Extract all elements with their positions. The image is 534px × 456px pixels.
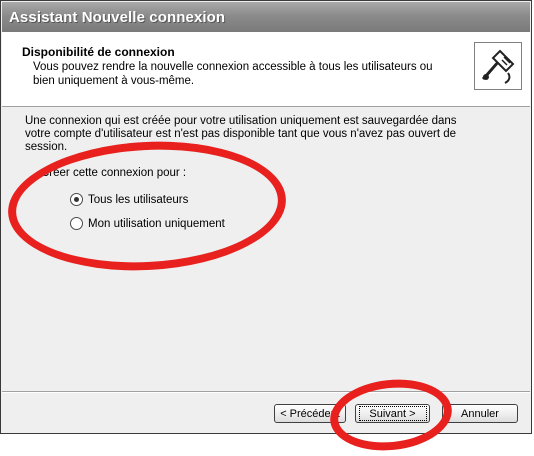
- cancel-button[interactable]: Annuler: [442, 404, 518, 423]
- network-cable-icon: [474, 42, 522, 90]
- wizard-window: Assistant Nouvelle connexion Disponibili…: [0, 0, 532, 434]
- radio-my-use-only-label: Mon utilisation uniquement: [88, 217, 225, 230]
- next-button[interactable]: Suivant >: [355, 404, 430, 423]
- radio-all-users-label: Tous les utilisateurs: [88, 193, 189, 206]
- radio-unselected-icon[interactable]: [70, 217, 83, 230]
- create-for-label: Créer cette connexion pour :: [41, 167, 187, 179]
- footer-divider: [2, 391, 530, 393]
- radio-my-use-only[interactable]: Mon utilisation uniquement: [70, 217, 225, 230]
- window-title: Assistant Nouvelle connexion: [9, 9, 226, 26]
- header-panel: Disponibilité de connexion Vous pouvez r…: [2, 32, 530, 107]
- page-description: Vous pouvez rendre la nouvelle connexion…: [33, 61, 433, 87]
- info-paragraph: Une connexion qui est créée pour votre u…: [25, 115, 457, 153]
- radio-selected-icon[interactable]: [70, 193, 83, 206]
- back-button[interactable]: < Précédent: [274, 404, 346, 423]
- title-bar[interactable]: Assistant Nouvelle connexion: [2, 2, 530, 32]
- page-title: Disponibilité de connexion: [22, 45, 175, 59]
- radio-all-users[interactable]: Tous les utilisateurs: [70, 193, 188, 206]
- next-button-label: Suivant >: [358, 406, 427, 421]
